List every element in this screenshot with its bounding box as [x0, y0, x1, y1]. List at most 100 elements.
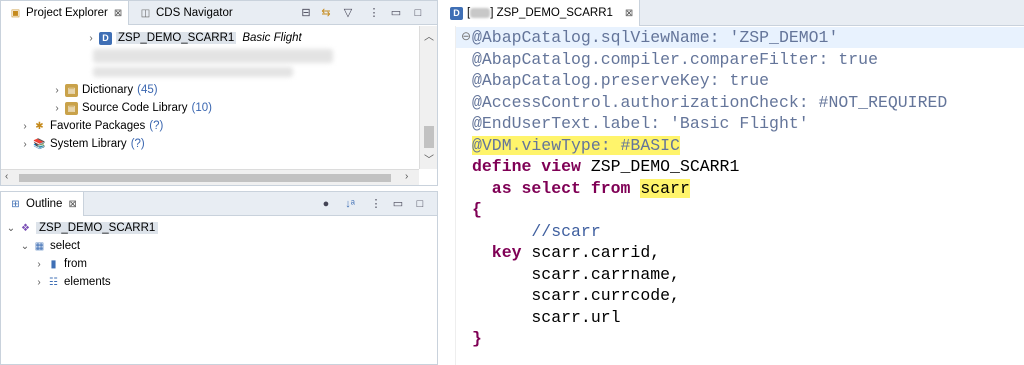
minimize-icon[interactable]: ▭: [389, 6, 403, 20]
chevron-right-icon[interactable]: ›: [85, 33, 97, 44]
tree-item-source-code-library-count: (10): [191, 102, 212, 114]
chevron-right-icon[interactable]: ›: [33, 259, 45, 270]
outline-item-from[interactable]: › ▮ from: [33, 255, 87, 273]
outline-item-from-label: from: [64, 258, 87, 270]
tab-project-explorer[interactable]: ▣ Project Explorer ⊠: [1, 1, 130, 25]
close-icon[interactable]: ⊠: [625, 8, 633, 19]
close-icon[interactable]: ⊠: [68, 199, 76, 210]
scroll-up-icon[interactable]: ︿: [420, 28, 438, 43]
chevron-right-icon[interactable]: ›: [51, 85, 63, 96]
code-line-15: }: [472, 328, 482, 350]
identifier-token: scarr.carrname,: [472, 265, 680, 284]
tree-item-dictionary[interactable]: › ▤ Dictionary (45): [51, 81, 158, 99]
tab-outline[interactable]: ⊞ Outline ⊠: [1, 192, 84, 216]
scroll-down-icon[interactable]: ﹀: [420, 151, 438, 166]
chevron-down-icon[interactable]: ⌄: [5, 223, 17, 234]
tree-item-ddl[interactable]: › D ZSP_DEMO_SCARR1 Basic Flight: [85, 29, 302, 47]
tree-item-system-library[interactable]: › 📚 System Library (?): [19, 135, 144, 153]
keyword-token: as select from: [472, 179, 631, 198]
outline-item-root-label: ZSP_DEMO_SCARR1: [36, 222, 159, 234]
chevron-right-icon[interactable]: ›: [19, 121, 31, 132]
project-explorer-icon: ▣: [10, 7, 21, 19]
code-line-12: scarr.carrname,: [472, 264, 680, 286]
scroll-thumb[interactable]: [19, 174, 391, 182]
maximize-icon[interactable]: □: [411, 6, 425, 20]
code-line-14: scarr.url: [472, 307, 621, 329]
tree-item-dictionary-label: Dictionary: [82, 84, 134, 96]
tree-item-system-library-label: System Library: [50, 138, 127, 150]
cds-navigator-icon: ◫: [140, 7, 151, 19]
from-icon: ▮: [50, 258, 57, 270]
identifier-token: scarr.url: [472, 308, 621, 327]
identifier-token: scarr.carrid,: [521, 243, 661, 262]
chevron-down-icon[interactable]: ⌄: [19, 241, 31, 252]
tree-item-favorite-packages-label: Favorite Packages: [50, 120, 146, 132]
code-line-9: {: [472, 199, 482, 221]
tab-outline-label: Outline: [26, 198, 63, 210]
collapse-all-icon[interactable]: ⊟: [299, 6, 313, 20]
tree-item-ddl-name: ZSP_DEMO_SCARR1: [116, 32, 237, 44]
annotation-token: @AbapCatalog.preserveKey: true: [472, 71, 770, 90]
keyword-token: define view: [472, 157, 581, 176]
code-line-7: define view ZSP_DEMO_SCARR1: [472, 156, 739, 178]
project-explorer-tabbar: ▣ Project Explorer ⊠ ◫ CDS Navigator ⊟ ⇆…: [1, 1, 437, 25]
tree-item-favorite-packages[interactable]: › ✱ Favorite Packages (?): [19, 117, 163, 135]
code-line-6: @VDM.viewType: #BASIC: [472, 135, 680, 157]
view-menu-icon[interactable]: ⋮: [369, 197, 383, 211]
tree-item-source-code-library[interactable]: › ▤ Source Code Library (10): [51, 99, 212, 117]
code-line-5: @EndUserText.label: 'Basic Flight': [472, 113, 809, 135]
annotation-token: @AccessControl.authorizationCheck: #NOT_…: [472, 93, 948, 112]
code-line-8: as select from scarr: [472, 178, 690, 200]
code-line-10: //scarr: [472, 221, 601, 243]
horizontal-scrollbar[interactable]: ‹ ›: [1, 169, 419, 185]
code-line-3: @AbapCatalog.preserveKey: true: [472, 70, 769, 92]
chevron-right-icon[interactable]: ›: [19, 139, 31, 150]
scroll-left-icon[interactable]: ‹: [5, 171, 8, 182]
chevron-right-icon[interactable]: ›: [51, 103, 63, 114]
tree-item-ddl-desc: Basic Flight: [242, 32, 302, 44]
tab-cds-navigator-label: CDS Navigator: [156, 7, 233, 19]
scroll-thumb[interactable]: [424, 126, 434, 148]
system-library-icon: 📚: [33, 138, 46, 150]
code-line-2: @AbapCatalog.compiler.compareFilter: tru…: [472, 49, 878, 71]
tab-cds-navigator[interactable]: ◫ CDS Navigator: [131, 1, 239, 25]
chevron-right-icon[interactable]: ›: [33, 277, 45, 288]
tab-editor-zsp-demo-scarr1[interactable]: D [ ] ZSP_DEMO_SCARR1 ⊠: [442, 0, 641, 26]
hide-fields-icon[interactable]: ●: [319, 197, 333, 211]
editor-tab-label: ] ZSP_DEMO_SCARR1: [490, 7, 613, 19]
close-icon[interactable]: ⊠: [114, 8, 122, 19]
annotation-token: @AbapCatalog.sqlViewName: 'ZSP_DEMO1': [472, 28, 839, 47]
project-explorer-pane: ▣ Project Explorer ⊠ ◫ CDS Navigator ⊟ ⇆…: [0, 0, 438, 186]
sort-alphabetically-icon[interactable]: ↓ᵃ: [343, 197, 357, 211]
outline-pane: ⊞ Outline ⊠ ● ↓ᵃ ⋮ ▭ □ ⌄ ❖ ZSP_DEMO_SCAR…: [0, 191, 438, 365]
maximize-icon[interactable]: □: [413, 197, 427, 211]
package-folder-icon: ▤: [65, 83, 78, 97]
scroll-right-icon[interactable]: ›: [405, 171, 408, 182]
annotation-token: @EndUserText.label: 'Basic Flight': [472, 114, 809, 133]
code-line-1: @AbapCatalog.sqlViewName: 'ZSP_DEMO1': [472, 27, 838, 49]
outline-item-elements-label: elements: [64, 276, 111, 288]
filter-icon[interactable]: ▽: [341, 6, 355, 20]
vertical-scrollbar[interactable]: ︿ ﹀: [419, 26, 437, 169]
outline-icon: ⊞: [11, 198, 20, 210]
code-line-4: @AccessControl.authorizationCheck: #NOT_…: [472, 92, 947, 114]
cds-view-icon: ❖: [21, 222, 30, 234]
brace-token: }: [472, 329, 482, 348]
tab-project-explorer-label: Project Explorer: [26, 7, 108, 19]
select-icon: ▦: [34, 240, 45, 252]
ddl-source-icon: D: [99, 31, 112, 45]
outline-item-select[interactable]: ⌄ ▦ select: [19, 237, 80, 255]
blurred-item: [93, 67, 293, 77]
blurred-item: [470, 8, 491, 18]
minimize-icon[interactable]: ▭: [391, 197, 405, 211]
elements-icon: ☷: [49, 276, 58, 288]
tree-item-source-code-library-label: Source Code Library: [82, 102, 188, 114]
outline-item-select-label: select: [50, 240, 81, 252]
comment-token: //scarr: [472, 222, 601, 241]
outline-item-elements[interactable]: › ☷ elements: [33, 273, 111, 291]
view-menu-icon[interactable]: ⋮: [367, 6, 381, 20]
link-with-editor-icon[interactable]: ⇆: [319, 6, 333, 20]
outline-tabbar: ⊞ Outline ⊠ ● ↓ᵃ ⋮ ▭ □: [1, 192, 437, 216]
brace-token: {: [472, 200, 482, 219]
outline-item-root[interactable]: ⌄ ❖ ZSP_DEMO_SCARR1: [5, 219, 159, 237]
